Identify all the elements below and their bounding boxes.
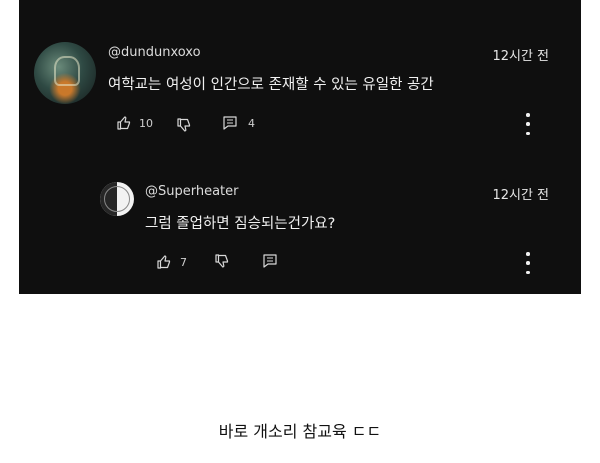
caption-text: 바로 개소리 참교육 ㄷㄷ bbox=[218, 422, 382, 441]
reply-count: 4 bbox=[248, 117, 255, 130]
comment-author[interactable]: @Superheater bbox=[145, 184, 239, 199]
reply-comment-icon[interactable] bbox=[262, 253, 278, 269]
like-count: 7 bbox=[180, 256, 187, 269]
avatar[interactable] bbox=[100, 182, 134, 216]
more-vertical-icon[interactable] bbox=[525, 113, 531, 135]
thumbs-up-icon[interactable] bbox=[156, 254, 172, 270]
comment-timestamp[interactable]: 12시간 전 bbox=[469, 45, 549, 64]
comment-text: 여학교는 여성이 인간으로 존재할 수 있는 유일한 공간 bbox=[108, 77, 434, 93]
reply-comment-icon[interactable] bbox=[222, 115, 238, 131]
comment-author[interactable]: @dundunxoxo bbox=[108, 45, 201, 60]
thumbs-down-icon[interactable] bbox=[176, 117, 192, 133]
more-vertical-icon[interactable] bbox=[525, 252, 531, 274]
avatar[interactable] bbox=[34, 42, 96, 104]
thumbs-up-icon[interactable] bbox=[116, 115, 132, 131]
comments-panel: @dundunxoxo 12시간 전 여학교는 여성이 인간으로 존재할 수 있… bbox=[19, 0, 581, 294]
comment-timestamp[interactable]: 12시간 전 bbox=[469, 184, 549, 203]
like-count: 10 bbox=[139, 117, 153, 130]
comment-text: 그럼 졸업하면 짐승되는건가요? bbox=[145, 216, 336, 232]
thumbs-down-icon[interactable] bbox=[214, 253, 230, 269]
